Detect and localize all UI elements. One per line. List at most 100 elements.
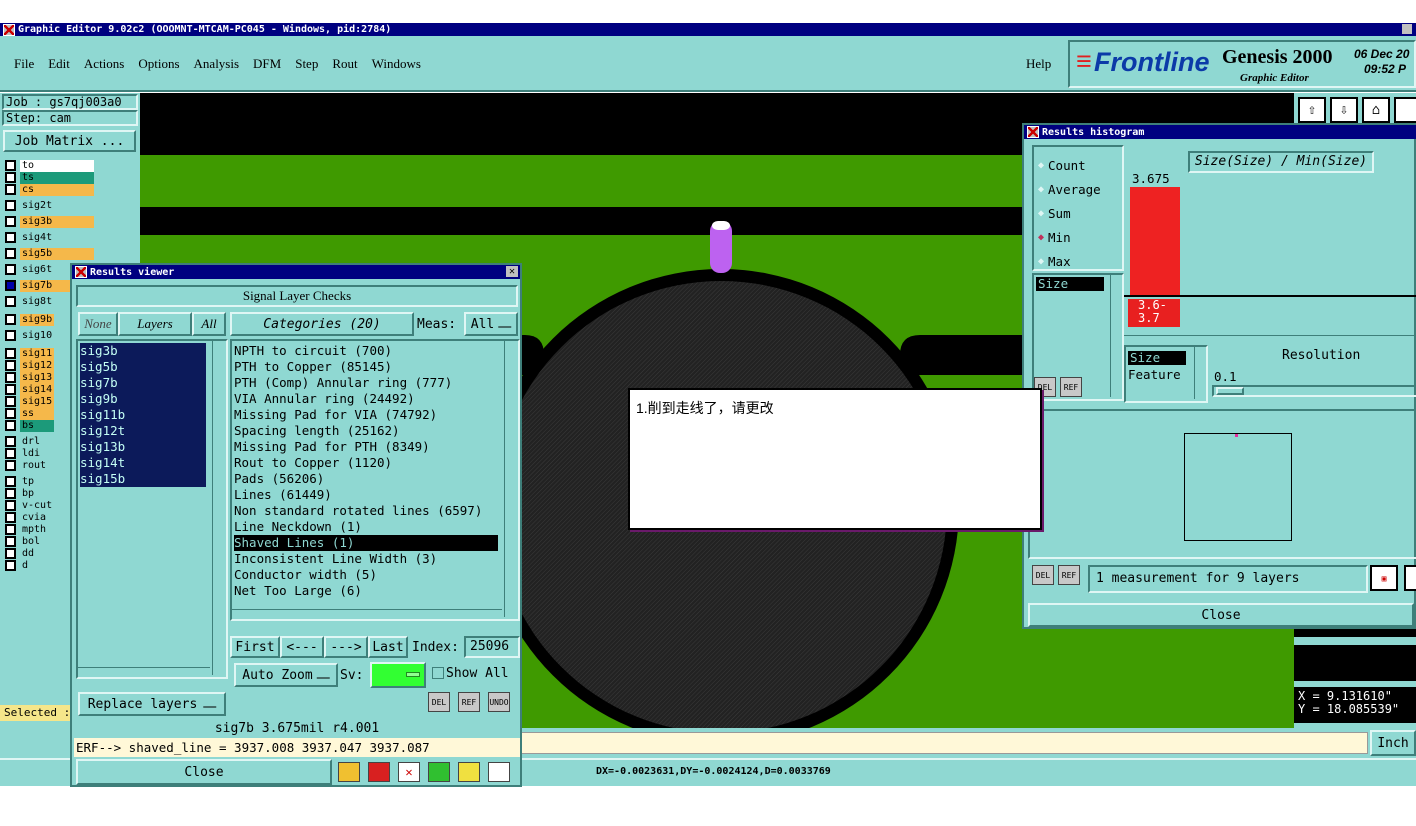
ref-measurement-icon[interactable]: REF <box>1058 565 1080 585</box>
aggregate-option[interactable]: ◆ Min <box>1038 225 1101 249</box>
layer-checkbox[interactable] <box>5 280 16 291</box>
last-button[interactable]: Last <box>368 636 408 658</box>
category-item[interactable]: Missing Pad for VIA (74792) <box>234 407 498 423</box>
histogram-bar[interactable] <box>1130 187 1180 297</box>
meas-select[interactable]: All ⎼ <box>464 312 518 336</box>
result-layer-item[interactable]: sig3b <box>80 343 206 359</box>
layer-checkbox[interactable] <box>5 512 16 523</box>
close-icon[interactable]: ✕ <box>506 266 518 277</box>
category-item[interactable]: Pads (56206) <box>234 471 498 487</box>
result-layer-item[interactable]: sig11b <box>80 407 206 423</box>
category-item[interactable]: Inconsistent Line Width (3) <box>234 551 498 567</box>
layer-checkbox[interactable] <box>5 476 16 487</box>
menu-file[interactable]: File <box>14 56 34 72</box>
category-item[interactable]: Missing Pad for PTH (8349) <box>234 439 498 455</box>
window-titlebar[interactable]: Graphic Editor 9.02c2 (OOOMNT-MTCAM-PC04… <box>0 23 1416 36</box>
layer-checkbox[interactable] <box>5 160 16 171</box>
stop-icon[interactable] <box>368 762 390 782</box>
layer-row[interactable]: sig3b <box>5 215 94 228</box>
upload-icon[interactable]: ⇧ <box>1298 97 1326 123</box>
layer-checkbox[interactable] <box>5 384 16 395</box>
category-item[interactable]: Conductor width (5) <box>234 567 498 583</box>
window-icon[interactable] <box>1394 97 1416 123</box>
result-layer-item[interactable]: sig7b <box>80 375 206 391</box>
field-list-scrollbar[interactable] <box>1110 275 1120 397</box>
menu-edit[interactable]: Edit <box>48 56 70 72</box>
menu-analysis[interactable]: Analysis <box>194 56 240 72</box>
category-item[interactable]: PTH to Copper (85145) <box>234 359 498 375</box>
comment-popup[interactable]: 1.削到走线了，请更改 <box>628 388 1042 530</box>
layer-row[interactable]: rout <box>5 459 54 472</box>
undo-result-icon[interactable]: UNDO <box>488 692 510 712</box>
report-icon[interactable] <box>458 762 480 782</box>
export-icon[interactable]: ▣ <box>1370 565 1398 591</box>
layer-row[interactable]: sig10 <box>5 329 54 342</box>
layer-row[interactable]: sig9b <box>5 313 54 326</box>
auto-zoom-select[interactable]: Auto Zoom ⎼ <box>234 663 338 687</box>
histogram-close-button[interactable]: Close <box>1028 603 1414 627</box>
layer-row[interactable]: sig5b <box>5 247 94 260</box>
aggregate-option[interactable]: ◆ Average <box>1038 177 1101 201</box>
categories-list[interactable]: NPTH to circuit (700) PTH to Copper (8514… <box>230 339 520 621</box>
result-layer-list[interactable]: sig3b sig5b sig7b sig9b sig11b sig12t sig13b si… <box>76 339 228 679</box>
layer-checkbox[interactable] <box>5 448 16 459</box>
menu-step[interactable]: Step <box>295 56 318 72</box>
show-all-checkbox[interactable] <box>432 667 444 679</box>
resolution-slider[interactable] <box>1212 385 1416 397</box>
field-item-size[interactable]: Size <box>1036 277 1104 291</box>
cancel-icon[interactable]: ✕ <box>398 762 420 782</box>
command-line[interactable] <box>520 732 1368 754</box>
layer-checkbox[interactable] <box>5 296 16 307</box>
category-item[interactable]: Lines (61449) <box>234 487 498 503</box>
layer-checkbox[interactable] <box>5 216 16 227</box>
home-icon[interactable]: ⌂ <box>1362 97 1390 123</box>
layer-checkbox[interactable] <box>5 314 16 325</box>
all-layers-button[interactable]: All <box>192 312 226 336</box>
unit-button[interactable]: Inch <box>1370 730 1416 756</box>
layer-checkbox[interactable] <box>5 500 16 511</box>
results-close-button[interactable]: Close <box>76 759 332 785</box>
download-icon[interactable]: ⇩ <box>1330 97 1358 123</box>
histogram-icon[interactable] <box>488 762 510 782</box>
layer-checkbox[interactable] <box>5 460 16 471</box>
delete-result-icon[interactable]: DEL <box>428 692 450 712</box>
aggregate-option[interactable]: ◆ Sum <box>1038 201 1101 225</box>
layer-checkbox[interactable] <box>5 172 16 183</box>
next-button[interactable]: ---> <box>324 636 368 658</box>
result-layer-item[interactable]: sig5b <box>80 359 206 375</box>
layer-checkbox[interactable] <box>5 408 16 419</box>
aggregate-option[interactable]: ◆ Max <box>1038 249 1101 273</box>
result-layer-item[interactable]: sig12t <box>80 423 206 439</box>
layer-row[interactable]: sig2t <box>5 199 94 212</box>
category-item[interactable]: Shaved Lines (1) <box>234 535 498 551</box>
layer-checkbox[interactable] <box>5 232 16 243</box>
layer-list-scrollbar[interactable] <box>212 341 224 675</box>
layer-checkbox[interactable] <box>5 524 16 535</box>
none-button[interactable]: None <box>78 312 118 336</box>
category-item[interactable]: NPTH to circuit (700) <box>234 343 498 359</box>
layer-row[interactable]: cs <box>5 183 94 196</box>
layer-row[interactable]: bs <box>5 419 54 432</box>
menu-help[interactable]: Help <box>1026 56 1051 72</box>
aggregate-option[interactable]: ◆ Count <box>1038 153 1101 177</box>
layer-checkbox[interactable] <box>5 560 16 571</box>
resolution-slider-thumb[interactable] <box>1216 387 1244 395</box>
index-field[interactable]: 25096 <box>464 636 520 658</box>
menu-windows[interactable]: Windows <box>372 56 421 72</box>
x-field-size[interactable]: Size <box>1128 351 1186 365</box>
layer-checkbox[interactable] <box>5 248 16 259</box>
categories-hscrollbar[interactable] <box>232 609 502 619</box>
category-item[interactable]: Rout to Copper (1120) <box>234 455 498 471</box>
layer-checkbox[interactable] <box>5 184 16 195</box>
x-field-feature[interactable]: Feature <box>1128 367 1181 382</box>
layer-checkbox[interactable] <box>5 348 16 359</box>
categories-scrollbar[interactable] <box>504 341 516 617</box>
radio-diamond-icon[interactable]: ◆ <box>1038 160 1044 171</box>
ref-result-icon[interactable]: REF <box>458 692 480 712</box>
result-layer-item[interactable]: sig15b <box>80 471 206 487</box>
layer-row[interactable]: d <box>5 559 54 572</box>
replace-layers-select[interactable]: Replace layers ⎼ <box>78 692 226 716</box>
apply-icon[interactable] <box>428 762 450 782</box>
histogram-hscrollbar[interactable] <box>1124 335 1416 345</box>
prev-button[interactable]: <--- <box>280 636 324 658</box>
